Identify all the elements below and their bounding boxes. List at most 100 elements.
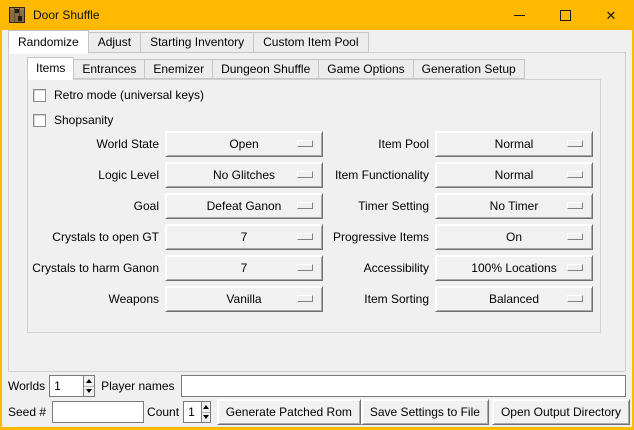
tab-custom-item-pool[interactable]: Custom Item Pool [253, 32, 368, 53]
crystals-gt-row: Crystals to open GT 7 [22, 224, 323, 250]
minimize-button[interactable] [496, 0, 542, 30]
item-pool-label: Item Pool [308, 137, 429, 151]
item-sorting-row: Item Sorting Balanced [308, 286, 593, 312]
client-area: Randomize Adjust Starting Inventory Cust… [2, 30, 632, 427]
accessibility-dropdown[interactable]: 100% Locations [435, 255, 593, 281]
generate-patched-rom-button[interactable]: Generate Patched Rom [217, 399, 361, 425]
dropdown-indicator-icon [567, 202, 583, 209]
crystals-ganon-label: Crystals to harm Ganon [22, 261, 159, 275]
goal-row: Goal Defeat Ganon [22, 193, 323, 219]
world-state-row: World State Open [22, 131, 323, 157]
crystals-gt-label: Crystals to open GT [22, 230, 159, 244]
subtab-dungeon-shuffle[interactable]: Dungeon Shuffle [212, 59, 319, 79]
accessibility-label: Accessibility [308, 261, 429, 275]
arrow-down-icon [203, 415, 209, 419]
item-functionality-label: Item Functionality [308, 168, 429, 182]
subtab-generation-setup[interactable]: Generation Setup [413, 59, 525, 79]
count-label: Count [147, 405, 179, 419]
arrow-up-icon [203, 405, 209, 409]
open-output-directory-button[interactable]: Open Output Directory [492, 399, 630, 425]
world-state-label: World State [22, 137, 159, 151]
spin-up-button[interactable] [202, 402, 210, 413]
timer-setting-row: Timer Setting No Timer [308, 193, 593, 219]
count-spinbox[interactable] [183, 401, 211, 423]
tab-starting-inventory[interactable]: Starting Inventory [140, 32, 254, 53]
dropdown-indicator-icon [567, 295, 583, 302]
count-spin-buttons [201, 402, 210, 422]
save-settings-button[interactable]: Save Settings to File [361, 399, 489, 425]
tab-adjust[interactable]: Adjust [88, 32, 141, 53]
logic-level-dropdown[interactable]: No Glitches [165, 162, 323, 188]
timer-setting-label: Timer Setting [308, 199, 429, 213]
retro-mode-label: Retro mode (universal keys) [54, 88, 204, 102]
worlds-label: Worlds [8, 379, 45, 393]
seed-input[interactable] [52, 401, 144, 423]
item-functionality-dropdown[interactable]: Normal [435, 162, 593, 188]
spin-up-button[interactable] [84, 376, 94, 387]
item-sorting-dropdown[interactable]: Balanced [435, 286, 593, 312]
item-pool-row: Item Pool Normal [308, 131, 593, 157]
minimize-icon [514, 15, 525, 16]
dropdown-indicator-icon [567, 233, 583, 240]
window-title: Door Shuffle [33, 8, 100, 22]
timer-setting-dropdown[interactable]: No Timer [435, 193, 593, 219]
dropdown-indicator-icon [567, 171, 583, 178]
maximize-icon [560, 10, 571, 21]
door-app-icon [9, 7, 25, 23]
worlds-spinbox[interactable] [49, 375, 95, 397]
subtab-enemizer[interactable]: Enemizer [144, 59, 213, 79]
title-bar[interactable]: Door Shuffle ✕ [0, 0, 634, 30]
subtab-game-options[interactable]: Game Options [318, 59, 413, 79]
crystals-ganon-row: Crystals to harm Ganon 7 [22, 255, 323, 281]
dropdown-indicator-icon [567, 140, 583, 147]
worlds-input[interactable] [50, 376, 83, 396]
world-state-dropdown[interactable]: Open [165, 131, 323, 157]
sub-tab-bar: Items Entrances Enemizer Dungeon Shuffle… [27, 57, 525, 79]
worlds-row: Worlds Player names [8, 375, 626, 397]
logic-level-row: Logic Level No Glitches [22, 162, 323, 188]
shopsanity-checkbox[interactable] [33, 114, 46, 127]
shopsanity-label: Shopsanity [54, 113, 113, 127]
item-functionality-row: Item Functionality Normal [308, 162, 593, 188]
item-pool-dropdown[interactable]: Normal [435, 131, 593, 157]
arrow-down-icon [86, 389, 92, 393]
worlds-spin-buttons [83, 376, 94, 396]
door-shuffle-window: Door Shuffle ✕ Randomize Adjust Starting… [0, 0, 634, 430]
crystals-ganon-dropdown[interactable]: 7 [165, 255, 323, 281]
seed-row: Seed # Count Generate Patched Rom Save S… [8, 399, 630, 425]
tab-randomize[interactable]: Randomize [8, 30, 89, 54]
item-sorting-label: Item Sorting [308, 292, 429, 306]
subtab-entrances[interactable]: Entrances [73, 59, 145, 79]
dropdown-indicator-icon [567, 264, 583, 271]
progressive-items-row: Progressive Items On [308, 224, 593, 250]
options-column-left: World State Open Logic Level No Glitches… [22, 131, 323, 317]
seed-label: Seed # [8, 405, 46, 419]
weapons-row: Weapons Vanilla [22, 286, 323, 312]
spin-down-button[interactable] [202, 413, 210, 423]
weapons-dropdown[interactable]: Vanilla [165, 286, 323, 312]
progressive-items-dropdown[interactable]: On [435, 224, 593, 250]
spin-down-button[interactable] [84, 387, 94, 397]
main-tab-bar: Randomize Adjust Starting Inventory Cust… [8, 30, 369, 53]
accessibility-row: Accessibility 100% Locations [308, 255, 593, 281]
subtab-items[interactable]: Items [27, 57, 74, 80]
retro-mode-checkbox[interactable] [33, 89, 46, 102]
player-names-label: Player names [101, 379, 174, 393]
player-names-input[interactable] [181, 375, 627, 397]
crystals-gt-dropdown[interactable]: 7 [165, 224, 323, 250]
retro-mode-checkbox-row[interactable]: Retro mode (universal keys) [33, 85, 204, 105]
window-controls: ✕ [496, 0, 634, 30]
logic-level-label: Logic Level [22, 168, 159, 182]
goal-label: Goal [22, 199, 159, 213]
options-column-right: Item Pool Normal Item Functionality Norm… [308, 131, 593, 317]
checkbox-group: Retro mode (universal keys) Shopsanity [33, 85, 204, 135]
count-input[interactable] [184, 402, 201, 422]
arrow-up-icon [86, 379, 92, 383]
weapons-label: Weapons [22, 292, 159, 306]
shopsanity-checkbox-row[interactable]: Shopsanity [33, 110, 204, 130]
maximize-button[interactable] [542, 0, 588, 30]
close-icon: ✕ [606, 9, 617, 22]
progressive-items-label: Progressive Items [308, 230, 429, 244]
close-button[interactable]: ✕ [588, 0, 634, 30]
goal-dropdown[interactable]: Defeat Ganon [165, 193, 323, 219]
